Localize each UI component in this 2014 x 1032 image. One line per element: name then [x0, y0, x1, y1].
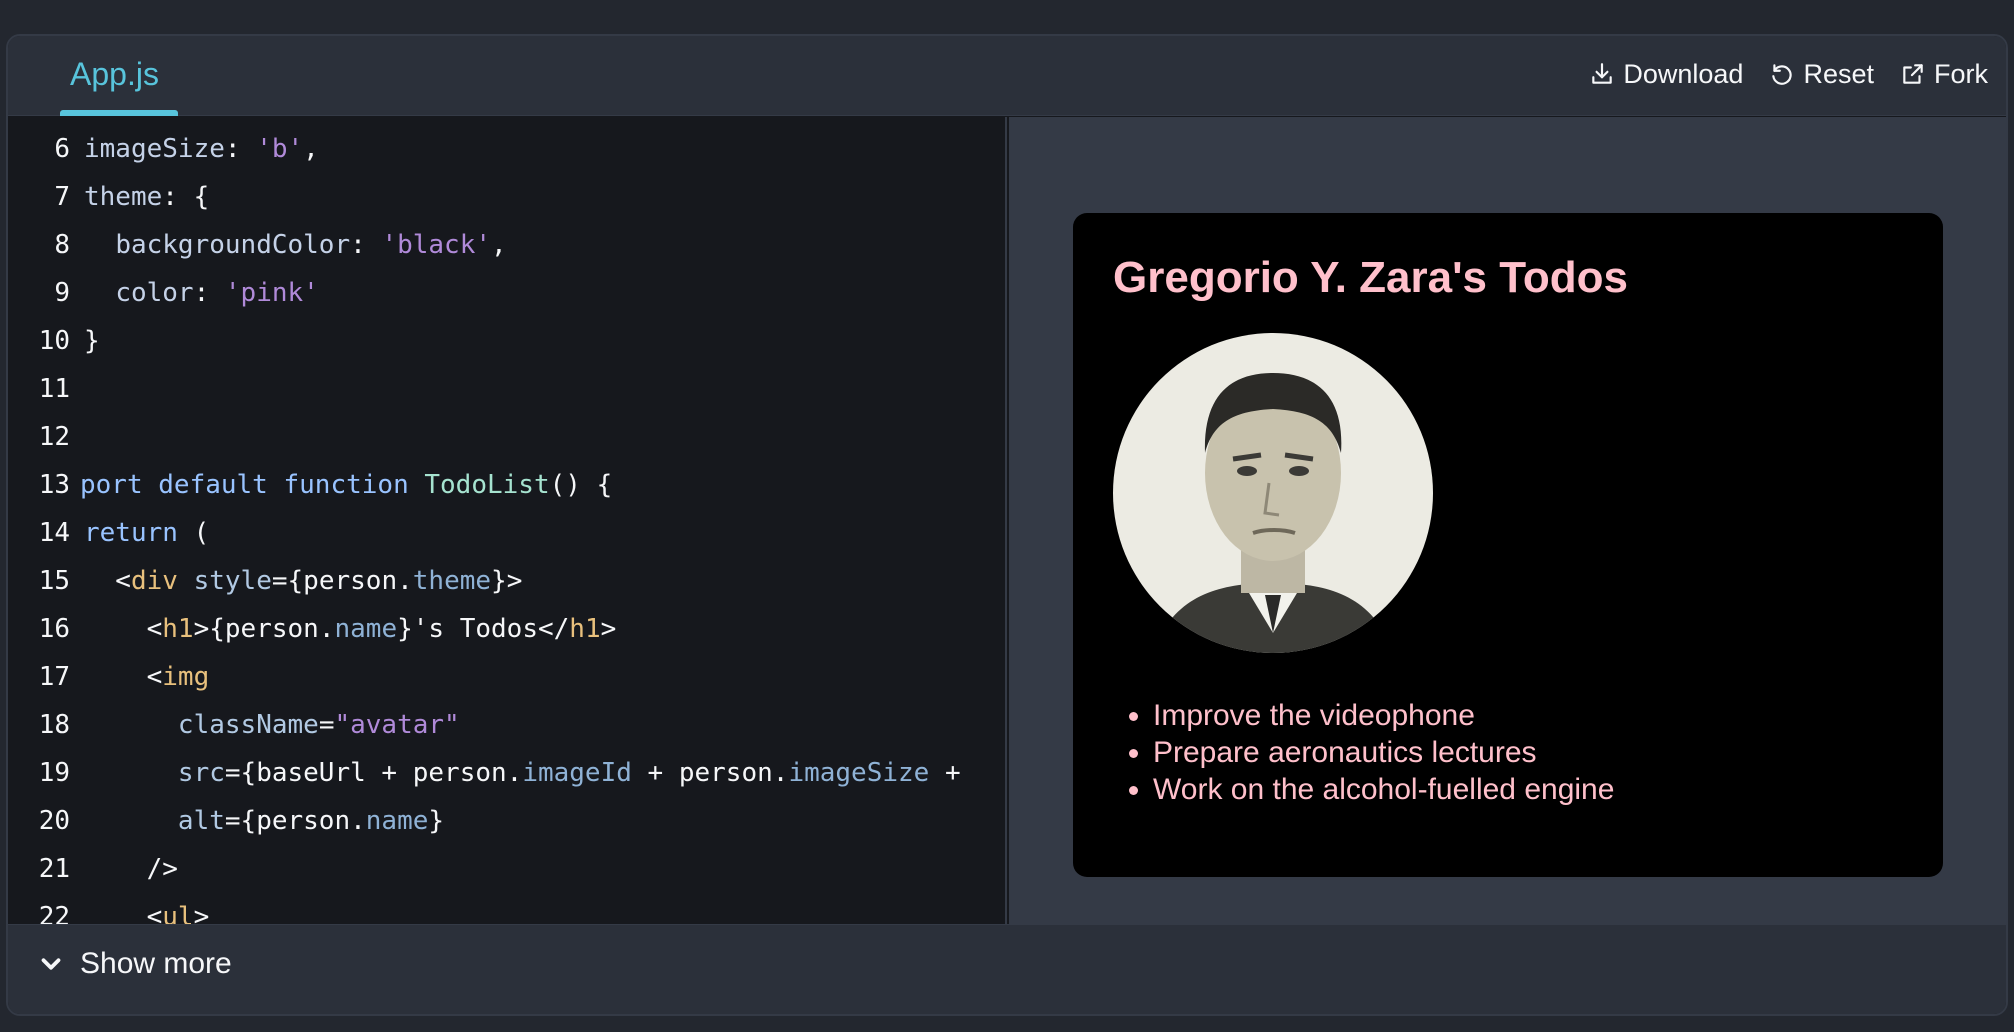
code-line: 20 alt={person.name}: [8, 797, 1005, 845]
tab-app-js[interactable]: App.js: [60, 54, 169, 114]
active-tab-indicator: [60, 110, 178, 116]
line-number: 8: [54, 230, 70, 260]
code-text: <h1>{person.name}'s Todos</h1>: [84, 614, 617, 644]
code-text: return (: [84, 518, 210, 548]
line-number: 12: [38, 422, 70, 452]
line-number: 15: [38, 566, 70, 596]
code-text: }: [84, 326, 100, 356]
code-line: 21 />: [8, 845, 1005, 893]
line-number: 16: [38, 614, 70, 644]
line-number: 14: [38, 518, 70, 548]
line-number: 6: [54, 134, 70, 164]
code-text: <div style={person.theme}>: [84, 566, 523, 596]
avatar-portrait: [1113, 333, 1433, 653]
sandpack-container: App.js Download Reset Fork 6 imageSize: '…: [6, 34, 2008, 1016]
code-line: 15 <div style={person.theme}>: [8, 557, 1005, 605]
line-number: 17: [38, 662, 70, 692]
code-line: 12: [8, 413, 1005, 461]
code-text: theme: {: [84, 182, 210, 212]
todo-card: Gregorio Y. Zara's Todos • Improve the v…: [1073, 213, 1943, 877]
code-editor[interactable]: 6 imageSize: 'b', 7 theme: { 8 backgroundC…: [8, 117, 1007, 924]
code-line: 14 return (: [8, 509, 1005, 557]
reset-icon: [1772, 64, 1793, 85]
code-text: <img: [84, 662, 210, 692]
todo-heading: Gregorio Y. Zara's Todos: [1113, 253, 1628, 302]
code-text: alt={person.name}: [177, 806, 445, 836]
line-number: 18: [38, 710, 70, 740]
code-line: 18 className="avatar": [8, 701, 1005, 749]
line-number: 11: [38, 374, 70, 404]
code-line: 17 <img: [8, 653, 1005, 701]
editor-footer: Show more: [8, 924, 2006, 1014]
code-line: 6 imageSize: 'b',: [8, 125, 1005, 173]
toolbar-actions: Download Reset Fork: [1589, 54, 1988, 94]
code-text: port default function TodoList() {: [80, 470, 613, 500]
show-more-label: Show more: [80, 947, 232, 980]
code-line: 11: [8, 365, 1005, 413]
line-number: 7: [54, 182, 70, 212]
line-number: 19: [38, 758, 70, 788]
code-line: 16 <h1>{person.name}'s Todos</h1>: [8, 605, 1005, 653]
list-item: Improve the videophone: [1153, 697, 1903, 734]
line-number: 22: [38, 902, 70, 924]
chevron-down-icon: [41, 958, 61, 970]
code-text: backgroundColor: 'black',: [115, 230, 507, 260]
code-text: color: 'pink': [115, 278, 319, 308]
code-text: className="avatar": [177, 710, 460, 740]
code-line: 19 src={baseUrl + person.imageId + perso…: [8, 749, 1005, 797]
code-text: />: [84, 854, 178, 884]
avatar: [1113, 333, 1433, 653]
code-text: imageSize: 'b',: [84, 134, 319, 164]
code-line: 13 port default function TodoList() {: [8, 461, 1005, 509]
line-number: 10: [38, 326, 70, 356]
todo-list: Improve the videophone Prepare aeronauti…: [1113, 697, 1903, 808]
fork-label: Fork: [1934, 58, 1988, 89]
list-item: Prepare aeronautics lectures: [1153, 734, 1903, 771]
code-line: 8 backgroundColor: 'black',: [8, 221, 1005, 269]
fork-button[interactable]: Fork: [1900, 59, 1988, 90]
line-number: 21: [38, 854, 70, 884]
show-more-button[interactable]: Show more: [36, 947, 232, 981]
code-text: src={baseUrl + person.imageId + person.i…: [177, 758, 961, 788]
external-link-icon: [1903, 64, 1923, 84]
code-text: <ul>: [84, 902, 210, 924]
reset-label: Reset: [1803, 58, 1874, 89]
code-line: 22 <ul>: [8, 893, 1005, 924]
code-line: 10}: [8, 317, 1005, 365]
preview-pane: Gregorio Y. Zara's Todos • Improve the v…: [1009, 117, 2006, 924]
code-line: 7 theme: {: [8, 173, 1005, 221]
editor-toolbar: App.js Download Reset Fork: [8, 36, 2006, 116]
reset-button[interactable]: Reset: [1769, 59, 1874, 90]
download-button[interactable]: Download: [1589, 59, 1743, 90]
list-item: Work on the alcohol-fuelled engine: [1153, 771, 1903, 808]
line-number: 13: [38, 470, 70, 500]
code-line: 9 color: 'pink': [8, 269, 1005, 317]
line-number: 20: [38, 806, 70, 836]
line-number: 9: [54, 278, 70, 308]
download-label: Download: [1623, 58, 1744, 89]
download-icon: [1592, 63, 1613, 84]
